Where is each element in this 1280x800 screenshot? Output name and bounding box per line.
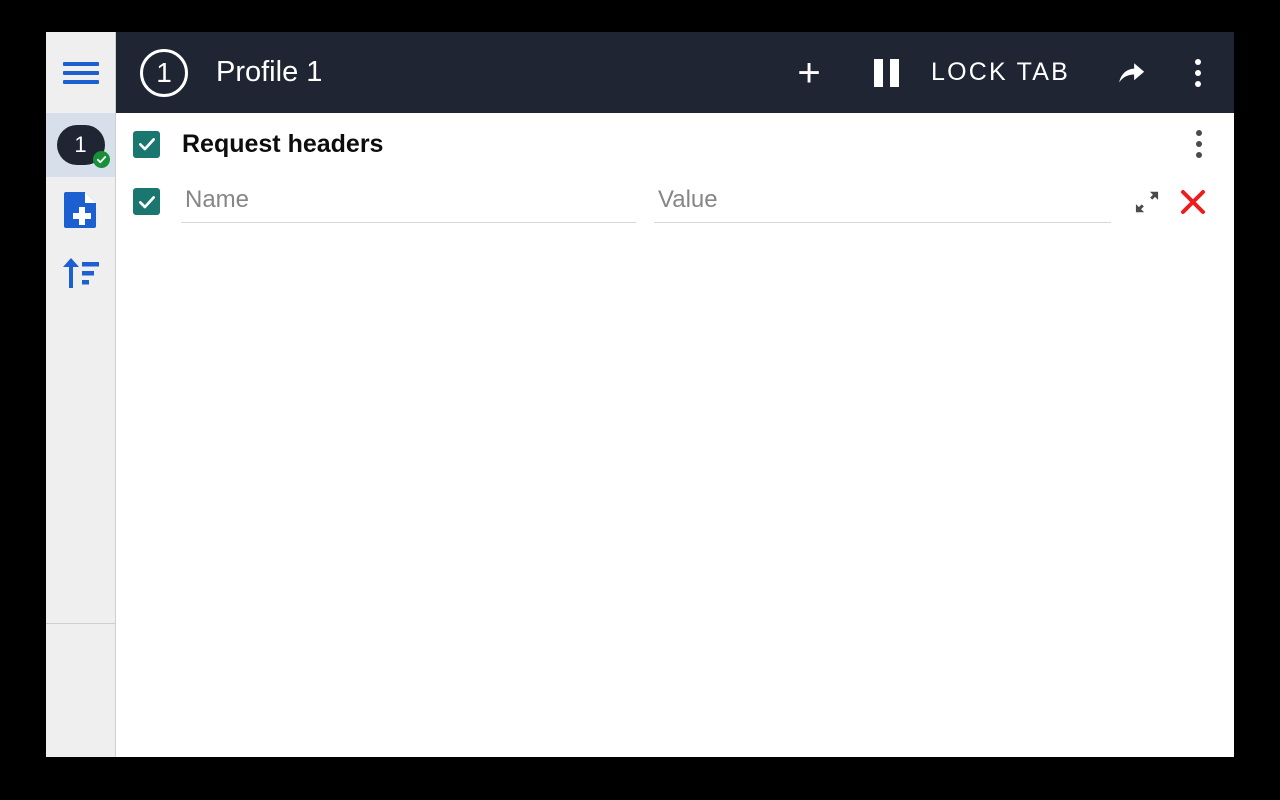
header-value-input[interactable]	[654, 185, 1111, 218]
section-enable-checkbox[interactable]	[133, 130, 160, 158]
plus-icon: +	[797, 50, 821, 95]
lock-tab-button[interactable]: LOCK TAB	[931, 58, 1070, 87]
app-window: 1 Profile 1 + LOCK TAB 1 Request headers…	[46, 32, 1234, 757]
document-plus-icon	[63, 192, 96, 228]
sidebar-item-profile-1[interactable]: 1	[46, 113, 115, 177]
pause-button[interactable]	[863, 45, 909, 101]
header-name-field[interactable]	[181, 181, 636, 223]
row-enable-checkbox[interactable]	[133, 188, 160, 215]
table-row	[116, 175, 1234, 223]
add-button[interactable]: +	[781, 45, 837, 101]
hamburger-icon	[62, 61, 99, 84]
profile-number-badge: 1	[140, 48, 188, 97]
sidebar-divider	[46, 623, 115, 624]
section-overflow-button[interactable]	[1182, 122, 1216, 166]
header-value-field[interactable]	[654, 181, 1111, 223]
share-arrow-icon	[1119, 62, 1145, 82]
sidebar-item-new-profile[interactable]	[46, 177, 115, 241]
expand-row-button[interactable]	[1125, 181, 1169, 223]
body-row: 1 Request headers Name Value	[46, 113, 1234, 757]
titlebar-overflow-button[interactable]	[1180, 48, 1216, 98]
more-vertical-icon	[1196, 130, 1202, 158]
expand-diagonal-icon	[1135, 191, 1159, 213]
profile-number-label: 1	[156, 56, 172, 88]
profile-badge: 1	[56, 125, 110, 168]
more-vertical-icon	[1195, 58, 1201, 87]
main-content: Request headers	[116, 113, 1234, 757]
section-header-request-headers: Request headers	[116, 113, 1234, 175]
enabled-check-icon	[92, 151, 110, 168]
share-button[interactable]	[1104, 48, 1158, 98]
menu-button[interactable]	[46, 32, 116, 113]
page-title: Profile 1	[216, 56, 323, 88]
top-strip: 1 Profile 1 + LOCK TAB	[46, 32, 1234, 113]
pause-icon	[873, 58, 899, 87]
header-name-input[interactable]	[181, 185, 636, 218]
delete-row-button[interactable]	[1169, 181, 1217, 223]
sidebar-item-sort-profiles[interactable]	[46, 241, 115, 305]
close-x-icon	[1181, 190, 1205, 214]
section-title: Request headers	[182, 129, 384, 158]
side-rail: 1	[46, 113, 116, 757]
sort-ascending-icon	[62, 258, 99, 288]
title-bar: 1 Profile 1 + LOCK TAB	[116, 32, 1234, 113]
